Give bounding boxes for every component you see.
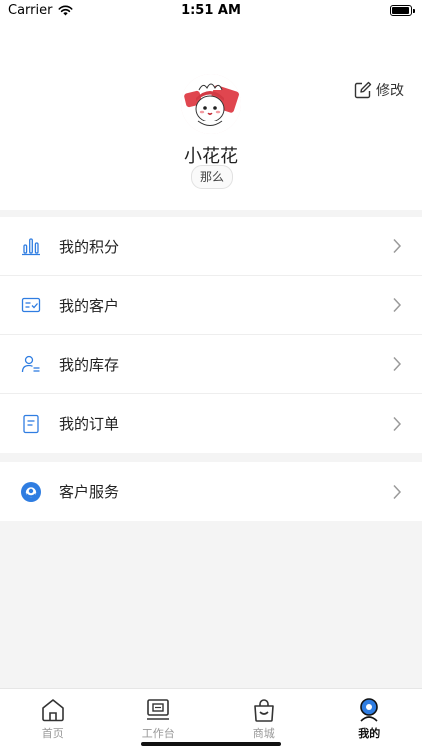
avatar[interactable] (181, 74, 241, 134)
user-tag: 那么 (191, 165, 233, 189)
edit-profile-button[interactable]: 修改 (354, 80, 404, 100)
chevron-right-icon (393, 484, 402, 499)
tab-label-workbench: 工作台 (141, 727, 175, 740)
workbench-icon (147, 699, 170, 720)
menu-label-inventory: 我的库存 (59, 355, 120, 374)
menu-item-orders[interactable]: 我的订单 (0, 394, 422, 453)
tab-home[interactable]: 首页 (0, 689, 106, 750)
tab-workbench[interactable]: 工作台 (106, 689, 212, 750)
menu-label-customer-service: 客户服务 (59, 483, 120, 501)
chevron-right-icon (393, 416, 402, 431)
chevron-right-icon (393, 297, 402, 313)
tab-mall[interactable]: 商城 (211, 689, 317, 750)
shopping-bag-icon (253, 699, 274, 722)
home-indicator (141, 742, 281, 746)
customer-service-icon (21, 481, 41, 502)
menu-item-points[interactable]: 我的积分 (0, 217, 422, 276)
status-time: 1:51 AM (181, 3, 241, 18)
document-icon (23, 414, 39, 433)
tab-label-mall: 商城 (252, 727, 275, 740)
edit-icon (354, 81, 372, 99)
chevron-right-icon (393, 238, 402, 254)
bar-chart-icon (22, 238, 40, 256)
menu-label-customers: 我的客户 (59, 296, 120, 315)
chevron-right-icon (393, 356, 402, 372)
tab-mine[interactable]: 我的 (317, 689, 422, 750)
menu-group-service: 客户服务 (0, 462, 422, 521)
tab-bar: 首页 工作台 商城 我的 (0, 688, 422, 750)
menu-label-orders: 我的订单 (59, 415, 120, 433)
menu-item-inventory[interactable]: 我的库存 (0, 335, 422, 394)
tab-label-mine: 我的 (358, 727, 381, 740)
profile-header: 修改 小花花 那么 (0, 22, 422, 210)
menu-label-points: 我的积分 (59, 237, 120, 256)
battery-icon (390, 5, 415, 16)
id-card-check-icon (21, 297, 41, 313)
person-list-icon (21, 355, 40, 373)
tab-label-home: 首页 (41, 727, 64, 740)
app-screen: Carrier 1:51 AM 修改 小花花 那么 我的积分 我的客户 我的库存… (0, 0, 422, 750)
status-bar: Carrier 1:51 AM (0, 0, 422, 22)
edit-label: 修改 (376, 83, 404, 99)
menu-item-customer-service[interactable]: 客户服务 (0, 462, 422, 521)
menu-group-main: 我的积分 我的客户 我的库存 我的订单 (0, 217, 422, 453)
avatar-illustration (181, 74, 241, 134)
profile-icon (360, 698, 379, 722)
menu-item-customers[interactable]: 我的客户 (0, 276, 422, 335)
home-icon (41, 699, 64, 722)
